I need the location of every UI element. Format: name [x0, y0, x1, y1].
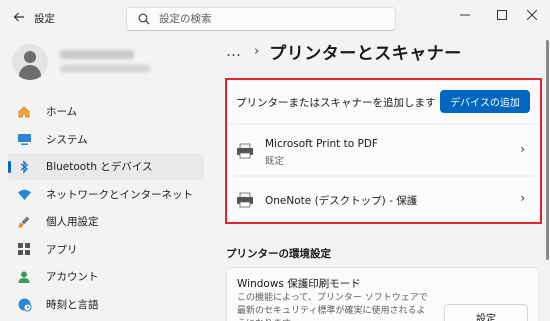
sidebar-item-label: アカウント — [46, 271, 99, 283]
globe-clock-icon — [16, 296, 32, 312]
sidebar-item-personalization[interactable]: 個人用設定 — [8, 208, 204, 235]
sidebar-item-label: システム — [46, 133, 88, 146]
section-title: プリンターの環境設定 — [226, 248, 331, 260]
settings-button[interactable]: 設定 — [444, 304, 528, 321]
breadcrumb-overflow-button[interactable]: … — [226, 42, 242, 60]
apps-icon — [16, 241, 32, 257]
highlight-annotation — [225, 78, 542, 224]
blurred-user-email — [60, 65, 150, 72]
avatar — [12, 44, 48, 80]
search-box[interactable] — [126, 7, 396, 31]
sidebar-item-network[interactable]: ネットワークとインターネット — [8, 181, 204, 208]
wifi-icon — [16, 186, 32, 202]
protected-print-mode-card: Windows 保護印刷モード この機能によって、プリンター ソフトウェアで最新… — [226, 267, 539, 321]
close-button[interactable] — [518, 4, 546, 26]
back-arrow-icon[interactable] — [8, 6, 30, 28]
brush-icon — [16, 214, 32, 230]
sidebar-item-bluetooth[interactable]: Bluetooth とデバイス — [8, 153, 204, 180]
system-icon — [16, 131, 32, 147]
blurred-user-name — [60, 50, 134, 59]
sidebar-item-apps[interactable]: アプリ — [8, 236, 204, 263]
chevron-right-icon: › — [254, 43, 260, 59]
title-bar: 設定 — [0, 0, 550, 36]
sidebar-item-accounts[interactable]: アカウント — [8, 263, 204, 290]
breadcrumb: … › プリンターとスキャナー — [226, 38, 462, 64]
home-icon — [16, 104, 32, 120]
minimize-button[interactable] — [451, 4, 479, 26]
maximize-button[interactable] — [488, 4, 516, 26]
scrollbar[interactable] — [546, 40, 549, 260]
user-profile[interactable] — [12, 44, 150, 80]
sidebar-item-label: ネットワークとインターネット — [46, 188, 193, 201]
sidebar-item-system[interactable]: システム — [8, 126, 204, 153]
card-title: Windows 保護印刷モード — [237, 278, 361, 290]
card-description: この機能によって、プリンター ソフトウェアで最新のセキュリティ標準が確実に使用さ… — [237, 293, 428, 321]
sidebar-item-label: アプリ — [46, 243, 78, 256]
sidebar-item-label: 時刻と言語 — [46, 298, 99, 311]
sidebar-nav: ホーム システム Bluetooth とデバイス ネットワークとインターネット … — [8, 98, 204, 318]
search-input[interactable] — [159, 13, 389, 25]
sidebar-item-home[interactable]: ホーム — [8, 98, 204, 125]
bluetooth-icon — [16, 159, 32, 175]
page-title: プリンターとスキャナー — [269, 43, 462, 64]
app-title: 設定 — [34, 13, 55, 25]
sidebar-item-label: Bluetooth とデバイス — [46, 161, 153, 173]
sidebar-item-time-language[interactable]: 時刻と言語 — [8, 291, 204, 318]
account-icon — [16, 269, 32, 285]
sidebar-item-label: ホーム — [46, 106, 78, 118]
sidebar-item-label: 個人用設定 — [46, 216, 99, 228]
search-icon — [137, 12, 151, 26]
